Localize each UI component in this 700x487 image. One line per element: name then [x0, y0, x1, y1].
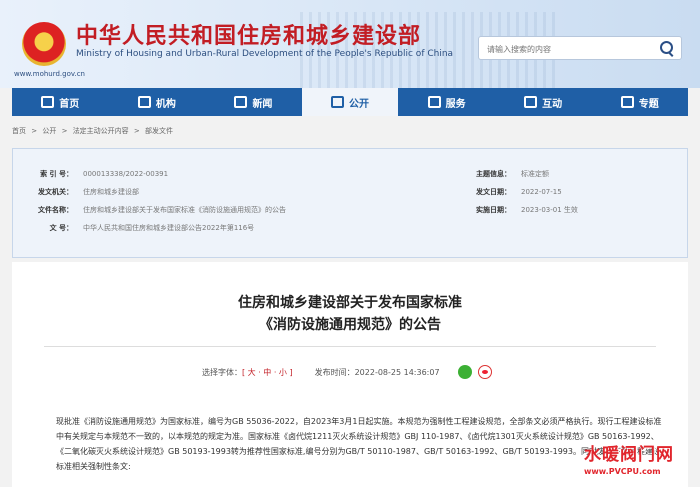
- info-effective-row: 实施日期： 2023-03-01 生效: [476, 206, 578, 214]
- publish-time: 2022-08-25 14:36:07: [354, 367, 440, 377]
- search-input[interactable]: [479, 39, 657, 60]
- article-title-line2: 《消防设施通用规范》的公告: [259, 317, 441, 333]
- font-size-label: 选择字体：: [202, 367, 242, 377]
- chat-icon: [524, 96, 538, 108]
- breadcrumb-home[interactable]: 首页: [12, 127, 26, 135]
- breadcrumb-separator: >: [133, 127, 140, 135]
- weibo-share-icon[interactable]: [477, 365, 492, 379]
- info-date-row: 发文日期： 2022-07-15: [476, 188, 562, 196]
- document-info-panel: 索 引 号： 000013338/2022-00391 发文机关： 住房和城乡建设部…: [12, 148, 688, 258]
- nav-organization[interactable]: 机构: [109, 88, 206, 116]
- nav-topics[interactable]: 专题: [591, 88, 688, 116]
- breadcrumb: 首页 > 公开 > 法定主动公开内容 > 部发文件: [12, 126, 176, 136]
- site-subtitle: Ministry of Housing and Urban-Rural Deve…: [76, 49, 454, 59]
- watermark-url: www.PVCPU.com: [584, 467, 661, 476]
- article-body: 现批准《消防设施通用规范》为国家标准，编号为GB 55036-2022，自202…: [56, 414, 662, 474]
- building-icon: [137, 96, 151, 108]
- document-icon: [331, 96, 345, 108]
- publish-label: 发布时间：: [314, 367, 355, 377]
- font-size-selector[interactable]: [ 大 · 中 · 小 ]: [242, 367, 293, 378]
- search-icon[interactable]: [660, 41, 673, 54]
- nav-interaction[interactable]: 互动: [495, 88, 592, 116]
- nav-home[interactable]: 首页: [12, 88, 109, 116]
- divider: [44, 346, 656, 347]
- wechat-share-icon[interactable]: [457, 365, 472, 379]
- info-docname-row: 文件名称： 住房和城乡建设部关于发布国家标准《消防设施通用规范》的公告: [38, 206, 286, 214]
- topic-icon: [620, 96, 634, 108]
- info-index-row: 索 引 号： 000013338/2022-00391: [40, 170, 169, 178]
- site-url: www.mohurd.gov.cn: [14, 70, 85, 78]
- nav-service[interactable]: 服务: [398, 88, 495, 116]
- newspaper-icon: [234, 96, 248, 108]
- breadcrumb-separator: >: [31, 127, 38, 135]
- breadcrumb-documents[interactable]: 部发文件: [145, 127, 173, 135]
- service-icon: [427, 96, 441, 108]
- home-icon: [41, 96, 55, 108]
- breadcrumb-statutory[interactable]: 法定主动公开内容: [73, 127, 129, 135]
- search-box: [478, 36, 682, 60]
- info-topic-row: 主题信息： 标准定额: [476, 170, 549, 178]
- info-docno-row: 文 号： 中华人民共和国住房和城乡建设部公告2022年第116号: [49, 224, 255, 232]
- main-nav: 首页 机构 新闻 公开 服务 互动 专题: [12, 88, 688, 116]
- nav-news[interactable]: 新闻: [205, 88, 302, 116]
- watermark-text: 水暖阀门网: [584, 445, 674, 465]
- article-paragraph: 现批准《消防设施通用规范》为国家标准，编号为GB 55036-2022，自202…: [56, 417, 662, 471]
- article-title-line1: 住房和城乡建设部关于发布国家标准: [238, 295, 462, 311]
- watermark-logo: 水暖阀门网 www.PVCPU.com: [584, 440, 696, 484]
- national-emblem-icon: [22, 22, 66, 66]
- site-title[interactable]: 中华人民共和国住房和城乡建设部: [76, 18, 421, 50]
- nav-public[interactable]: 公开: [301, 88, 399, 116]
- site-header: 中华人民共和国住房和城乡建设部 Ministry of Housing and …: [0, 0, 700, 88]
- breadcrumb-public[interactable]: 公开: [42, 127, 56, 135]
- breadcrumb-separator: >: [61, 127, 68, 135]
- article-meta: 选择字体： [ 大 · 中 · 小 ] 发布时间： 2022-08-25 14:…: [202, 365, 492, 379]
- info-issuer-row: 发文机关： 住房和城乡建设部: [38, 188, 139, 196]
